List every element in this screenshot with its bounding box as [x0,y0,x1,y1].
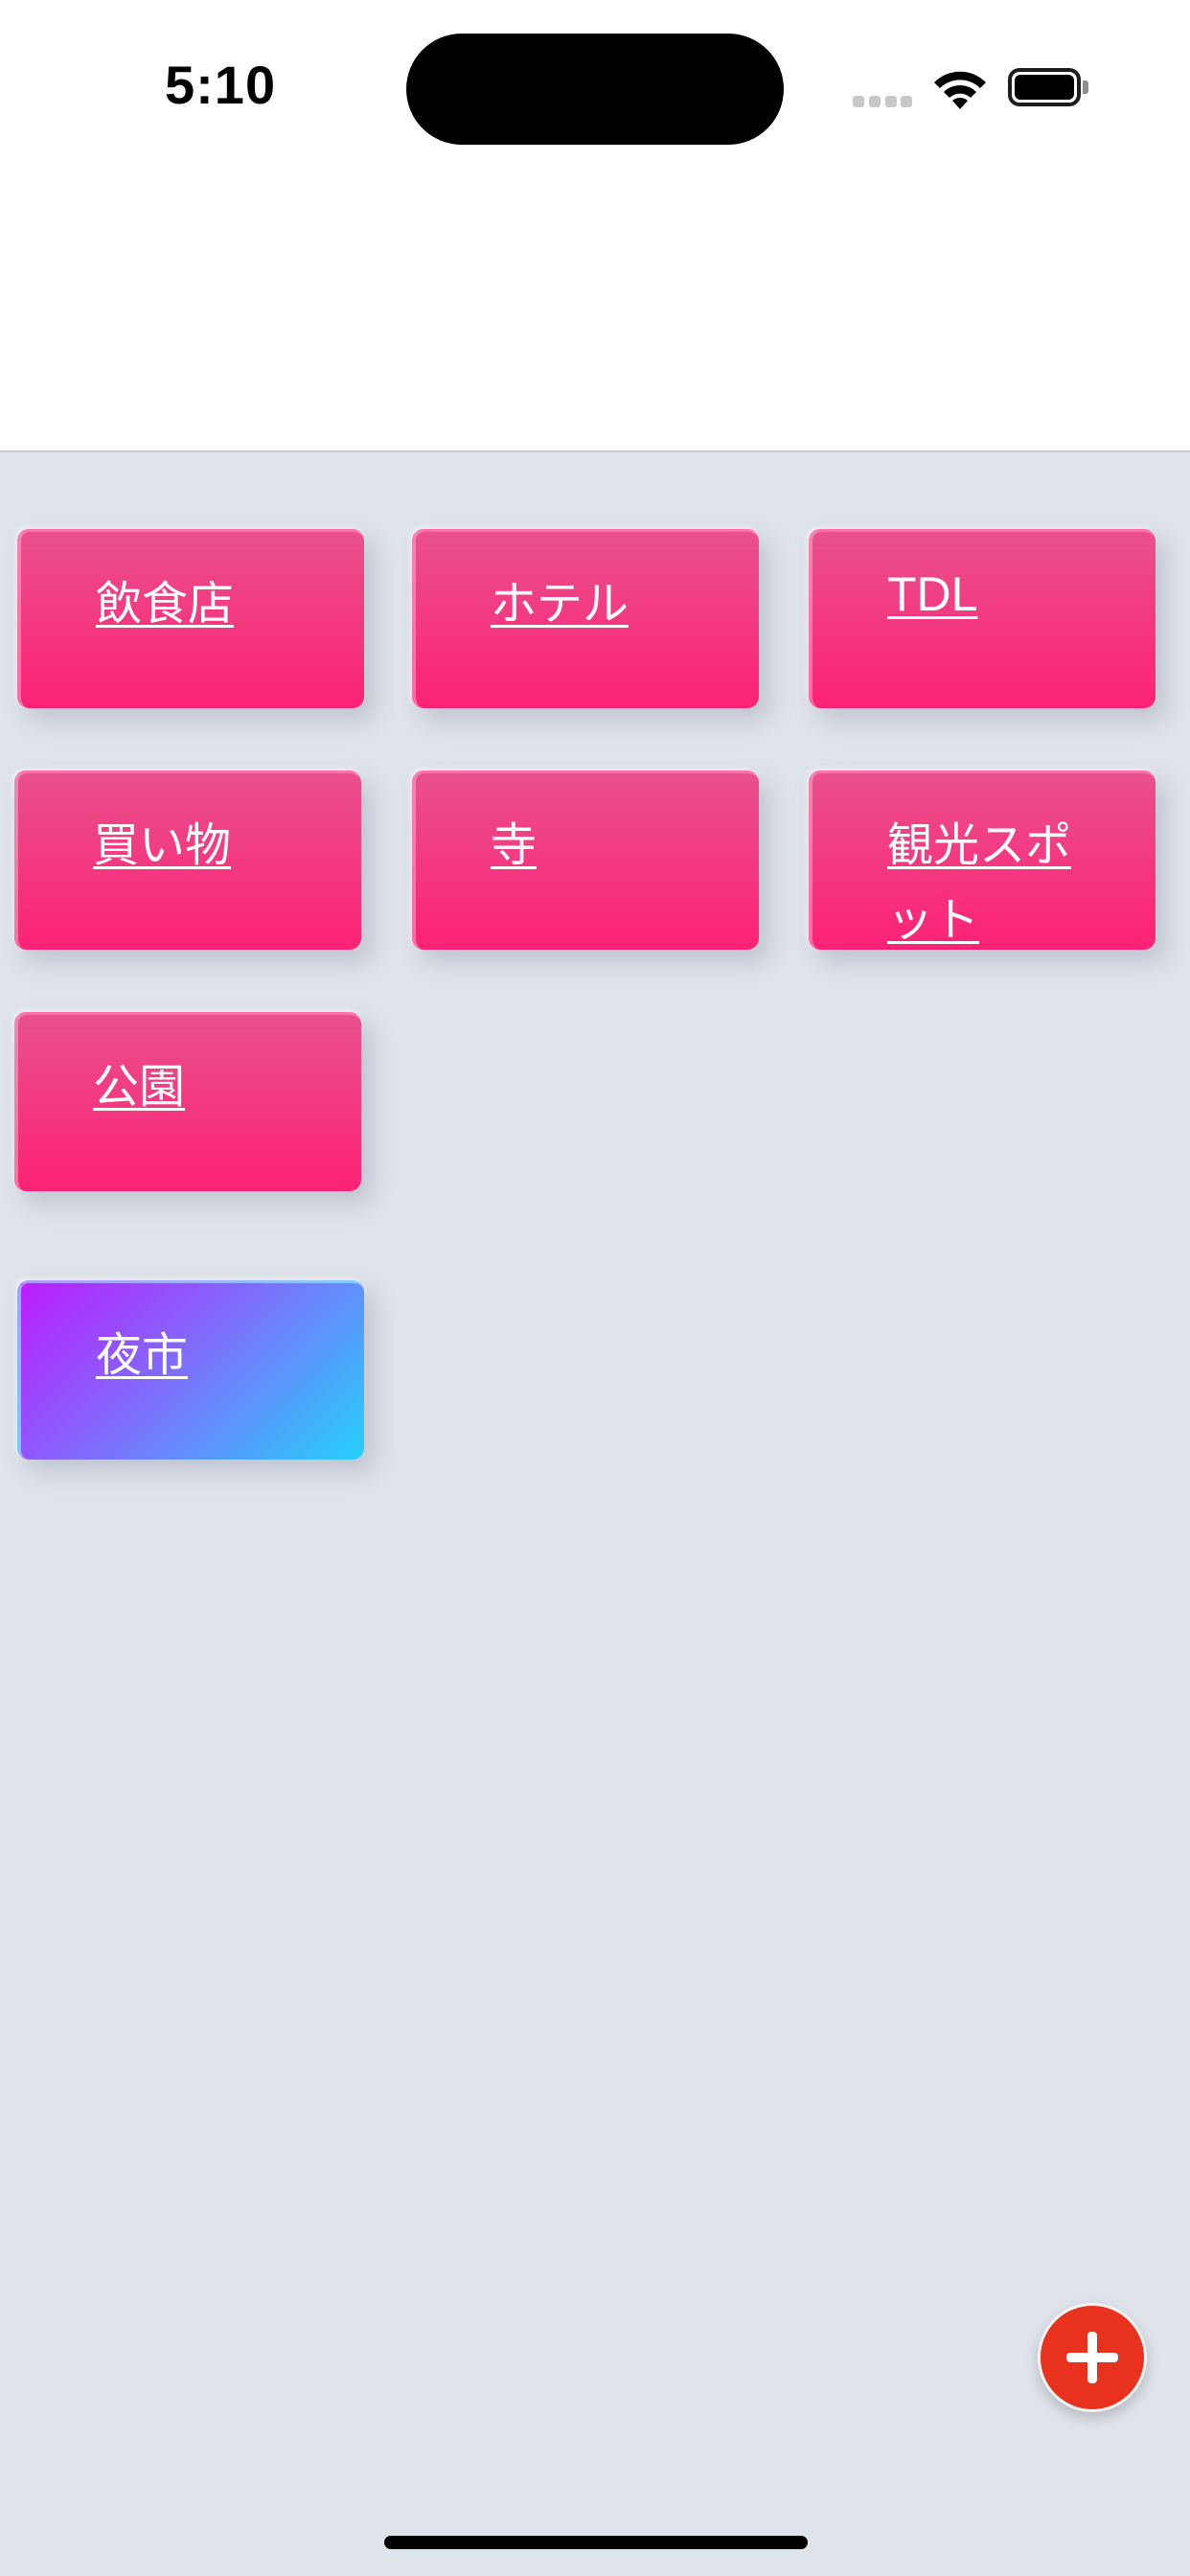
category-tile-restaurants[interactable]: 飲食店 [17,529,364,708]
home-indicator[interactable] [384,2536,808,2549]
category-tile-night-market[interactable]: 夜市 [17,1280,364,1460]
category-label: 夜市 [96,1328,189,1382]
category-tile-temples[interactable]: 寺 [412,770,759,950]
battery-cap [1083,80,1088,94]
category-label: TDL [887,567,978,621]
battery-icon [1008,68,1081,106]
category-tile-tdl[interactable]: TDL [809,529,1156,708]
add-button[interactable] [1038,2303,1147,2412]
status-time: 5:10 [165,55,277,115]
category-label: 公園 [93,1060,186,1114]
category-label: 買い物 [93,818,232,872]
dynamic-island [406,34,784,145]
cellular-signal-icon [853,96,912,109]
wifi-icon [931,67,989,111]
category-tile-sightseeing[interactable]: 観光スポット [809,770,1156,950]
category-label: 観光スポット [887,818,1072,947]
category-tile-hotels[interactable]: ホテル [412,529,759,708]
status-bar: 5:10 [0,0,1190,452]
category-tile-parks[interactable]: 公園 [14,1012,361,1191]
category-label: 寺 [491,818,538,872]
category-label: 飲食店 [96,577,235,631]
plus-icon [1066,2332,1118,2383]
category-label: ホテル [491,577,629,631]
category-tile-shopping[interactable]: 買い物 [14,770,361,950]
